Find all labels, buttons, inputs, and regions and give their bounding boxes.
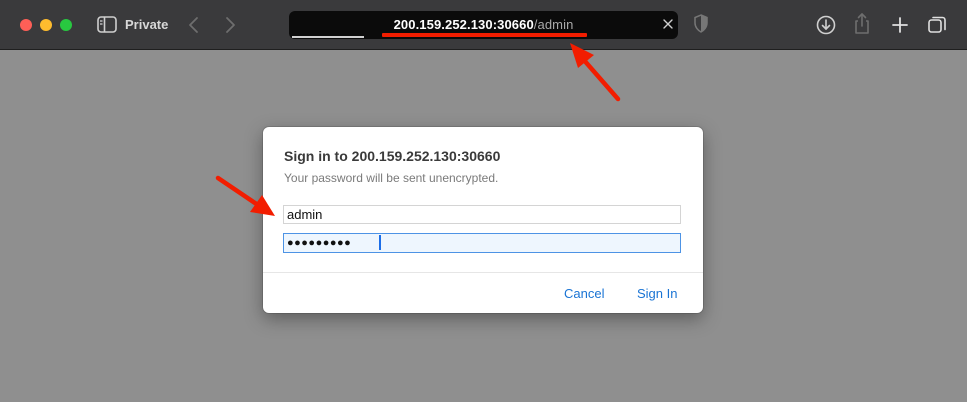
http-auth-dialog: Sign in to 200.159.252.130:30660 Your pa… xyxy=(263,127,703,313)
forward-icon[interactable] xyxy=(222,14,238,36)
dialog-title: Sign in to 200.159.252.130:30660 xyxy=(284,148,501,164)
back-icon[interactable] xyxy=(186,14,202,36)
window-close-button[interactable] xyxy=(20,19,32,31)
address-underline-annotation xyxy=(382,33,587,37)
browser-toolbar: Private 200.159.252.130:30660/admin xyxy=(0,0,967,50)
address-url[interactable]: 200.159.252.130:30660/admin xyxy=(289,17,678,32)
password-field[interactable]: ●●●●●●●●● xyxy=(283,233,681,253)
text-caret xyxy=(379,235,381,250)
private-label: Private xyxy=(125,17,169,32)
sidebar-icon[interactable] xyxy=(97,16,117,33)
shield-icon[interactable] xyxy=(694,14,708,33)
download-icon[interactable] xyxy=(815,14,837,36)
page-load-progress xyxy=(292,36,364,38)
address-host: 200.159.252.130:30660 xyxy=(393,17,534,32)
cancel-button[interactable]: Cancel xyxy=(564,286,604,301)
share-icon[interactable] xyxy=(851,12,873,34)
password-masked-value: ●●●●●●●●● xyxy=(287,237,352,249)
username-field[interactable]: admin xyxy=(283,205,681,224)
arrow-to-address-icon xyxy=(570,43,621,102)
dialog-divider xyxy=(263,272,703,273)
new-tab-icon[interactable] xyxy=(889,14,911,36)
tabs-overview-icon[interactable] xyxy=(926,14,948,36)
dialog-warning: Your password will be sent unencrypted. xyxy=(284,171,499,185)
window-minimize-button[interactable] xyxy=(40,19,52,31)
address-path: /admin xyxy=(533,17,574,32)
sign-in-button[interactable]: Sign In xyxy=(637,286,677,301)
window-zoom-button[interactable] xyxy=(60,19,72,31)
clear-icon[interactable] xyxy=(661,17,675,31)
